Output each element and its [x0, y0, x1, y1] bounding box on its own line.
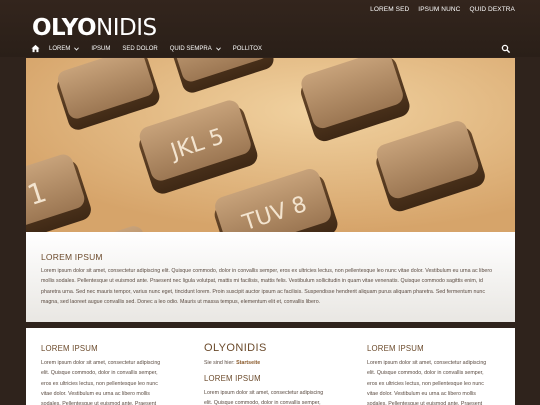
right-column-title: LOREM IPSUM [367, 344, 424, 353]
left-column-title: LOREM IPSUM [41, 344, 98, 353]
nav-item-label: QUID SEMPRA [169, 46, 212, 52]
right-column-text: Lorem ipsum dolor sit amet, consectetur … [367, 360, 487, 405]
breadcrumb-link-home[interactable]: Startseite [236, 360, 260, 366]
hero-image: 1 JKL 5 4 TUV 8 [26, 58, 515, 232]
breadcrumb-prefix: Sie sind hier: [204, 360, 235, 366]
intro-section: LOREM IPSUM Lorem ipsum dolor sit amet, … [26, 232, 515, 322]
page-title: OLYONIDIS [204, 342, 267, 354]
meta-link-quid-dextra[interactable]: QUID DEXTRA [469, 5, 515, 15]
nav-item-label: LOREM [49, 46, 71, 52]
logo-light-text: NIDIS [96, 15, 157, 41]
logo-bold-text: OLYO [32, 15, 97, 41]
home-icon[interactable] [31, 44, 40, 53]
nav-item-label: IPSUM [91, 46, 111, 52]
intro-title: LOREM IPSUM [41, 252, 103, 262]
content-columns: LOREM IPSUM Lorem ipsum dolor sit amet, … [26, 328, 515, 405]
breadcrumb: Sie sind hier: Startseite [204, 360, 260, 366]
intro-text: Lorem ipsum dolor sit amet, consectetur … [41, 268, 493, 305]
nav-item-quid-sempra[interactable]: QUID SEMPRA [170, 40, 221, 58]
search-icon[interactable] [501, 44, 511, 54]
keypad-photo: 1 JKL 5 4 TUV 8 [26, 58, 515, 232]
main-navigation: LOREM IPSUM SED DOLOR QUID SEMPRA POLLIT… [0, 40, 540, 58]
nav-items: LOREM IPSUM SED DOLOR QUID SEMPRA POLLIT… [49, 40, 274, 58]
site-logo[interactable]: OLYONIDIS [32, 14, 157, 42]
meta-links: LOREM SED IPSUM NUNC QUID DEXTRA [370, 5, 515, 15]
chevron-down-icon [74, 47, 80, 51]
nav-item-pollitox[interactable]: POLLITOX [233, 40, 262, 58]
nav-item-label: POLLITOX [232, 46, 262, 52]
meta-link-ipsum-nunc[interactable]: IPSUM NUNC [418, 5, 460, 15]
nav-item-ipsum[interactable]: IPSUM [91, 40, 110, 58]
chevron-down-icon [215, 47, 221, 51]
left-column-text: Lorem ipsum dolor sit amet, consectetur … [41, 360, 161, 405]
center-column-title: LOREM IPSUM [204, 374, 261, 383]
center-column-text: Lorem ipsum dolor sit amet, consectetur … [204, 390, 324, 405]
nav-item-lorem[interactable]: LOREM [49, 40, 80, 58]
nav-item-label: SED DOLOR [122, 46, 158, 52]
meta-link-lorem-sed[interactable]: LOREM SED [370, 5, 409, 15]
nav-item-sed-dolor[interactable]: SED DOLOR [122, 40, 157, 58]
